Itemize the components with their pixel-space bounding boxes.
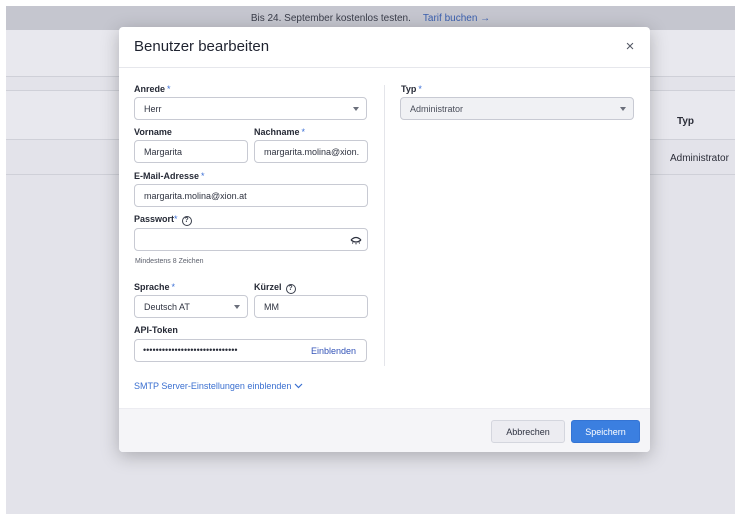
nachname-label-text: Nachname [254,127,300,137]
anrede-value: Herr [144,103,162,114]
api-token-label-text: API-Token [134,325,178,335]
chevron-down-icon [620,107,626,111]
vorname-label-text: Vorname [134,127,172,137]
dialog-footer: Abbrechen Speichern [119,408,650,452]
required-marker: * [418,84,422,94]
required-marker: * [201,171,205,181]
typ-label-text: Typ [401,84,417,94]
smtp-settings-toggle[interactable]: SMTP Server-Einstellungen einblenden [134,381,303,391]
passwort-label-text: Passwort [134,214,175,224]
column-divider [384,85,385,366]
cancel-button[interactable]: Abbrechen [491,420,565,443]
kuerzel-value: MM [264,301,279,312]
api-token-masked-value: •••••••••••••••••••••••••••••• [143,345,238,355]
password-field[interactable] [134,228,368,251]
required-marker: * [174,214,178,224]
typ-select[interactable]: Administrator [400,97,634,120]
required-marker: * [301,127,306,137]
required-marker: * [167,84,171,94]
chevron-down-icon [234,305,240,309]
sprache-value: Deutsch AT [144,301,190,312]
sprache-label-text: Sprache [134,282,170,292]
nachname-label: Nachname * [254,127,305,137]
required-marker: * [171,282,176,292]
column-header-typ[interactable]: Typ [677,116,694,127]
chevron-down-icon [295,383,303,389]
kuerzel-label-text: Kürzel [254,282,282,292]
nachname-value: margarita.molina@xion. [264,146,360,157]
email-value: margarita.molina@xion.at [144,190,247,201]
typ-label: Typ * [401,84,422,94]
api-token-label: API-Token [134,325,178,335]
passwort-label: Passwort*? [134,214,192,226]
sprache-select[interactable]: Deutsch AT [134,295,248,318]
dialog-header: Benutzer bearbeiten × [119,27,650,68]
anrede-label-text: Anrede [134,84,166,94]
anrede-select[interactable]: Herr [134,97,367,120]
chevron-down-icon [353,107,359,111]
email-label-text: E-Mail-Adresse [134,171,200,181]
kuerzel-label: Kürzel? [254,282,296,294]
vorname-input[interactable]: Margarita [134,140,248,163]
eye-toggle-icon[interactable] [350,234,362,246]
sprache-label: Sprache * [134,282,175,292]
vorname-value: Margarita [144,146,183,157]
edit-user-dialog: Benutzer bearbeiten × Anrede * Herr Typ * … [119,27,650,452]
typ-value: Administrator [410,103,464,114]
help-icon[interactable]: ? [181,216,192,226]
table-cell-typ: Administrator [670,153,729,164]
save-button[interactable]: Speichern [571,420,640,443]
dialog-title: Benutzer bearbeiten [134,38,270,55]
trial-banner-text: Bis 24. September kostenlos testen. [250,12,411,24]
password-hint: Mindestens 8 Zeichen [135,258,204,265]
help-icon[interactable]: ? [285,284,296,294]
email-field[interactable]: margarita.molina@xion.at [134,184,368,207]
nachname-input[interactable]: margarita.molina@xion. [254,140,368,163]
api-token-field[interactable]: •••••••••••••••••••••••••••••• Einblende… [134,339,367,362]
smtp-settings-label: SMTP Server-Einstellungen einblenden [134,381,292,391]
anrede-label: Anrede * [134,84,171,94]
kuerzel-input[interactable]: MM [254,295,368,318]
book-plan-link[interactable]: Tarif buchen → [423,13,490,24]
email-label: E-Mail-Adresse * [134,171,205,181]
close-icon[interactable]: × [622,39,638,55]
vorname-label: Vorname [134,127,172,137]
show-token-button[interactable]: Einblenden [311,346,356,356]
